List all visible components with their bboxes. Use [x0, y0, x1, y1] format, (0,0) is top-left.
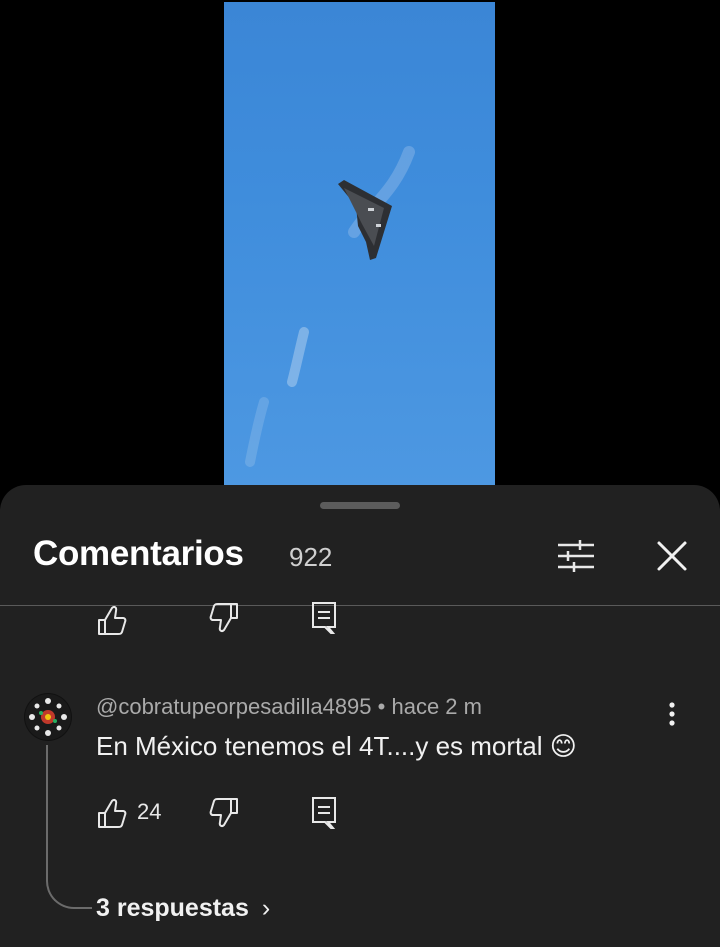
avatar[interactable] — [24, 693, 72, 741]
video-frame — [245, 146, 415, 467]
thread-line — [46, 745, 92, 909]
reply-icon[interactable] — [310, 600, 338, 641]
close-icon[interactable] — [652, 536, 692, 576]
meta-separator: • — [377, 694, 386, 719]
sort-filter-icon[interactable] — [552, 536, 600, 576]
reply-icon — [312, 797, 336, 829]
chevron-right-icon: › — [261, 894, 271, 922]
comments-title: Comentarios — [33, 534, 244, 573]
comment-text: En México tenemos el 4T....y es mortal 😊 — [96, 731, 577, 761]
dislike-button[interactable] — [208, 795, 240, 836]
comment-time: hace 2 m — [391, 694, 482, 719]
comments-count: 922 — [289, 542, 333, 572]
drag-handle[interactable] — [320, 502, 400, 509]
thumbs-up-icon — [98, 799, 127, 828]
reply-button[interactable] — [310, 795, 338, 836]
replies-label: 3 respuestas — [96, 894, 249, 922]
video-player[interactable] — [224, 2, 495, 485]
like-button[interactable] — [96, 795, 128, 836]
comment-author[interactable]: @cobratupeorpesadilla4895 — [96, 694, 372, 719]
more-options-icon[interactable] — [662, 700, 682, 730]
view-replies-button[interactable]: 3 respuestas › — [96, 894, 270, 923]
thumbs-down-icon[interactable] — [208, 600, 240, 641]
comment-meta: @cobratupeorpesadilla4895 • hace 2 m — [96, 694, 482, 720]
thumbs-up-icon[interactable] — [96, 600, 128, 641]
like-count: 24 — [137, 799, 162, 824]
thumbs-down-icon — [209, 798, 238, 827]
